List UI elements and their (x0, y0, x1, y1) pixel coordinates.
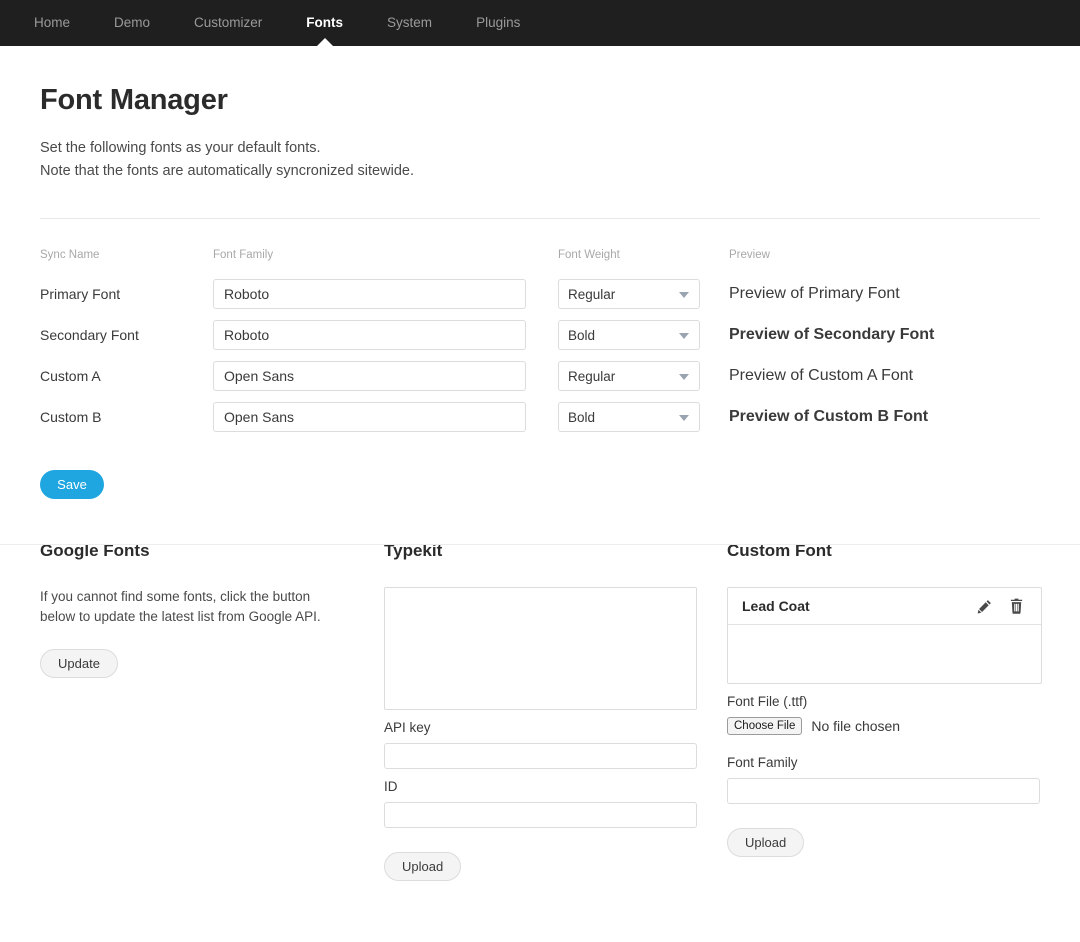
custom-font-upload-button[interactable]: Upload (727, 828, 805, 857)
table-row: Primary Font Regular Preview of Primary … (40, 279, 1040, 309)
font-family-input[interactable] (213, 320, 526, 350)
typekit-id-input[interactable] (384, 802, 697, 828)
bottom-panels: Google Fonts If you cannot find some fon… (40, 499, 1042, 881)
typekit-upload-button[interactable]: Upload (384, 852, 462, 881)
sync-name-label: Custom A (40, 368, 101, 384)
font-weight-select-wrapper: Regular (558, 361, 700, 391)
google-fonts-description: If you cannot find some fonts, click the… (40, 589, 321, 624)
panel-custom-font: Custom Font Lead Coat Font File (.ttf) C… (727, 541, 1042, 881)
choose-file-button[interactable]: Choose File (727, 717, 803, 735)
table-header-row: Sync Name Font Family Font Weight Previe… (40, 249, 1040, 261)
active-tab-pointer-icon (316, 38, 334, 47)
column-header-font-weight: Font Weight (558, 249, 620, 261)
font-family-input[interactable] (213, 402, 526, 432)
font-weight-select-wrapper: Bold (558, 320, 700, 350)
trash-icon[interactable] (1005, 596, 1027, 616)
font-preview-text: Preview of Secondary Font (729, 326, 935, 343)
custom-font-list-empty-area (728, 625, 1041, 683)
sync-name-label: Custom B (40, 409, 102, 425)
font-preview-text: Preview of Custom B Font (729, 408, 929, 425)
font-file-input-row: Choose File No file chosen (727, 717, 1042, 735)
nav-item-home[interactable]: Home (12, 0, 92, 46)
save-button[interactable]: Save (40, 470, 104, 499)
font-weight-select-wrapper: Bold (558, 402, 700, 432)
api-key-input[interactable] (384, 743, 697, 769)
page-description-line-1: Set the following fonts as your default … (40, 140, 321, 156)
typekit-id-label: ID (384, 779, 398, 794)
top-navigation-bar: Home Demo Customizer Fonts System Plugin… (0, 0, 1080, 47)
custom-font-family-label: Font Family (727, 755, 798, 770)
nav-item-customizer[interactable]: Customizer (172, 0, 284, 46)
font-family-input[interactable] (213, 279, 526, 309)
sync-name-label: Secondary Font (40, 327, 139, 343)
font-preview-text: Preview of Primary Font (729, 285, 900, 302)
table-row: Custom A Regular Preview of Custom A Fon… (40, 361, 1040, 391)
panel-google-fonts: Google Fonts If you cannot find some fon… (40, 541, 384, 881)
page-title: Font Manager (40, 84, 228, 116)
custom-font-name: Lead Coat (742, 598, 810, 614)
font-preview-text: Preview of Custom A Font (729, 367, 914, 384)
page-description-line-2: Note that the fonts are automatically sy… (40, 163, 414, 179)
page-description: Set the following fonts as your default … (40, 137, 1040, 183)
font-settings-table: Sync Name Font Family Font Weight Previe… (40, 249, 1040, 432)
font-weight-select[interactable]: Bold (558, 320, 700, 350)
pencil-icon[interactable] (973, 596, 995, 616)
file-status-text: No file chosen (811, 718, 901, 734)
custom-font-family-input[interactable] (727, 778, 1040, 804)
sync-name-label: Primary Font (40, 286, 121, 302)
font-weight-select[interactable]: Regular (558, 279, 700, 309)
table-body: Primary Font Regular Preview of Primary … (40, 279, 1040, 432)
table-row: Custom B Bold Preview of Custom B Font (40, 402, 1040, 432)
list-item: Lead Coat (728, 588, 1041, 625)
page-content: Font Manager Set the following fonts as … (0, 84, 1080, 881)
font-weight-select-wrapper: Regular (558, 279, 700, 309)
column-header-preview: Preview (729, 249, 770, 261)
column-header-sync-name: Sync Name (40, 249, 100, 261)
api-key-label: API key (384, 720, 431, 735)
panel-typekit: Typekit API key ID Upload (384, 541, 727, 881)
font-file-label: Font File (.ttf) (727, 694, 808, 709)
nav-item-demo[interactable]: Demo (92, 0, 172, 46)
column-header-font-family: Font Family (213, 249, 274, 261)
custom-font-list: Lead Coat (727, 587, 1042, 684)
update-button[interactable]: Update (40, 649, 118, 678)
nav-item-plugins[interactable]: Plugins (454, 0, 542, 46)
nav-item-system[interactable]: System (365, 0, 454, 46)
section-divider (0, 544, 1080, 545)
typekit-font-list[interactable] (384, 587, 697, 710)
table-row: Secondary Font Bold Preview of Secondary… (40, 320, 1040, 350)
header-divider (40, 218, 1040, 219)
font-weight-select[interactable]: Regular (558, 361, 700, 391)
font-weight-select[interactable]: Bold (558, 402, 700, 432)
font-family-input[interactable] (213, 361, 526, 391)
